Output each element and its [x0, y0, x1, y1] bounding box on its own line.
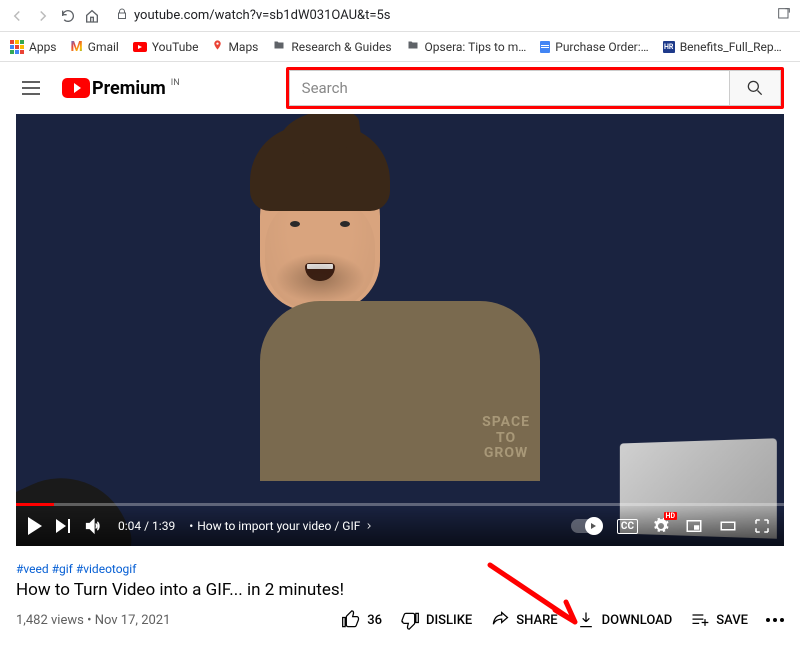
volume-button[interactable] — [84, 516, 104, 536]
youtube-header: Premium IN — [0, 62, 800, 114]
search-button[interactable] — [729, 70, 781, 106]
bookmark-maps[interactable]: Maps — [212, 38, 258, 55]
youtube-icon — [133, 42, 147, 52]
captions-button[interactable]: CC — [617, 519, 638, 534]
bookmark-benefits[interactable]: HR Benefits_Full_Rep… — [663, 40, 782, 54]
apps-icon — [10, 40, 24, 54]
download-button[interactable]: DOWNLOAD — [576, 610, 673, 630]
autoplay-toggle[interactable] — [571, 519, 603, 533]
hr-icon: HR — [663, 41, 675, 53]
reload-button[interactable] — [60, 8, 76, 24]
bookmark-label: Benefits_Full_Rep… — [680, 40, 782, 54]
bookmark-label: YouTube — [152, 40, 199, 54]
hd-badge: HD — [664, 512, 678, 520]
fullscreen-button[interactable] — [752, 517, 772, 535]
views-date: 1,482 views • Nov 17, 2021 — [16, 613, 170, 628]
bookmark-label: Opsera: Tips to m… — [425, 40, 527, 54]
video-title: How to Turn Video into a GIF... in 2 min… — [16, 580, 784, 600]
video-container: SPACE TO GROW 0:04 / 1:39 • How to impor… — [16, 114, 784, 546]
share-button[interactable]: SHARE — [490, 610, 557, 630]
time-display: 0:04 / 1:39 — [118, 519, 175, 533]
youtube-logo[interactable]: Premium IN — [62, 78, 180, 99]
bookmark-label: Gmail — [88, 40, 119, 54]
region-code: IN — [171, 78, 180, 88]
next-button[interactable] — [56, 519, 70, 533]
forward-button[interactable] — [34, 7, 52, 25]
bookmark-purchase[interactable]: Purchase Order:… — [540, 40, 648, 54]
video-info: #veed #gif #videotogif How to Turn Video… — [0, 546, 800, 646]
browser-toolbar: youtube.com/watch?v=sb1dW031OAU&t=5s — [0, 0, 800, 32]
back-button[interactable] — [8, 7, 26, 25]
like-button[interactable]: 36 — [341, 610, 382, 630]
meta-row: 1,482 views • Nov 17, 2021 36 DISLIKE SH… — [16, 610, 784, 630]
download-label: DOWNLOAD — [602, 613, 673, 628]
hashtag-link[interactable]: #videotogif — [76, 562, 137, 576]
theater-button[interactable] — [718, 517, 738, 535]
bookmark-youtube[interactable]: YouTube — [133, 40, 199, 54]
folder-icon — [272, 39, 286, 54]
player-controls: 0:04 / 1:39 • How to import your video /… — [16, 506, 784, 546]
playlist-add-icon — [690, 610, 710, 630]
bookmark-label: Maps — [228, 40, 258, 54]
home-button[interactable] — [84, 8, 100, 24]
hashtags: #veed #gif #videotogif — [16, 562, 784, 576]
search-input[interactable] — [289, 70, 729, 106]
gmail-icon: M — [71, 39, 83, 55]
more-button[interactable] — [766, 618, 784, 622]
bookmark-opsera[interactable]: Opsera: Tips to m… — [406, 39, 527, 54]
bookmark-gmail[interactable]: M Gmail — [71, 39, 119, 55]
hashtag-link[interactable]: #veed — [16, 562, 49, 576]
download-icon — [576, 610, 596, 630]
bookmark-label: Purchase Order:… — [555, 40, 648, 54]
share-label: SHARE — [516, 613, 557, 628]
dislike-button[interactable]: DISLIKE — [400, 610, 472, 630]
action-bar: 36 DISLIKE SHARE DOWNLOAD SAVE — [341, 610, 784, 630]
chapter-label[interactable]: • How to import your video / GIF — [189, 519, 374, 533]
logo-text: Premium — [92, 78, 166, 99]
bookmark-research[interactable]: Research & Guides — [272, 39, 391, 54]
search-container — [286, 67, 784, 109]
miniplayer-button[interactable] — [684, 517, 704, 535]
dislike-label: DISLIKE — [426, 613, 472, 628]
url-text: youtube.com/watch?v=sb1dW031OAU&t=5s — [134, 8, 391, 23]
thumb-up-icon — [341, 610, 361, 630]
presenter: SPACE TO GROW — [260, 161, 540, 481]
bookmark-apps[interactable]: Apps — [10, 40, 57, 54]
lock-icon — [116, 8, 128, 24]
video-player[interactable]: SPACE TO GROW 0:04 / 1:39 • How to impor… — [16, 114, 784, 546]
settings-button[interactable]: HD — [652, 517, 670, 535]
thumb-down-icon — [400, 610, 420, 630]
browser-share-button[interactable] — [776, 6, 792, 26]
shirt-text: SPACE TO GROW — [482, 415, 530, 461]
folder-icon — [406, 39, 420, 54]
like-count: 36 — [367, 613, 382, 628]
save-button[interactable]: SAVE — [690, 610, 748, 630]
save-label: SAVE — [716, 613, 748, 628]
youtube-logo-icon — [62, 78, 90, 98]
bookmark-label: Research & Guides — [291, 40, 391, 54]
maps-icon — [212, 38, 223, 55]
bookmark-label: Apps — [29, 40, 57, 54]
search-box-highlighted — [286, 67, 784, 109]
address-bar[interactable]: youtube.com/watch?v=sb1dW031OAU&t=5s — [108, 8, 768, 24]
hashtag-link[interactable]: #gif — [52, 562, 73, 576]
bookmarks-bar: Apps M Gmail YouTube Maps Research & Gui… — [0, 32, 800, 62]
play-button[interactable] — [28, 517, 42, 535]
share-icon — [490, 610, 510, 630]
menu-button[interactable] — [16, 75, 46, 101]
progress-bar[interactable] — [16, 503, 784, 506]
docs-icon — [540, 41, 550, 53]
search-icon — [745, 78, 765, 98]
